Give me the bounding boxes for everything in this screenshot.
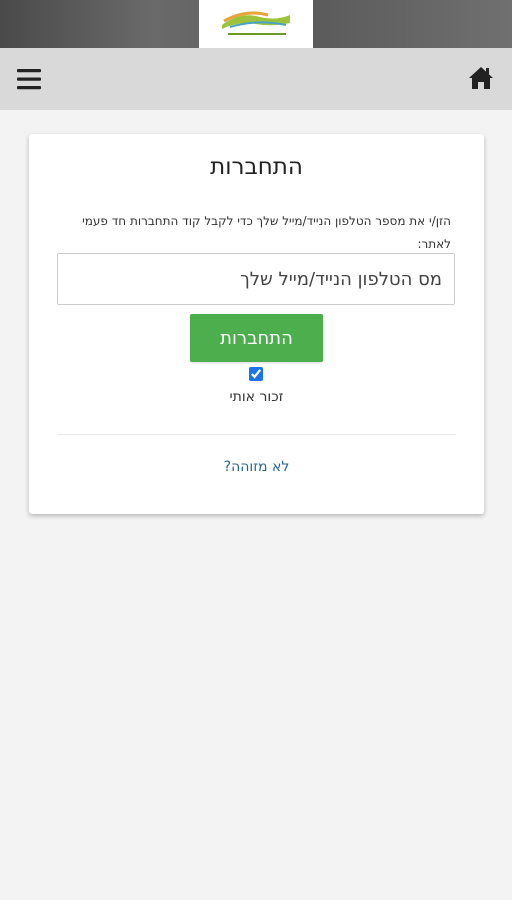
login-title: התחברות: [210, 154, 303, 180]
not-identified-link[interactable]: לא מזוהה?: [29, 459, 484, 475]
navbar: [0, 48, 512, 110]
home-icon[interactable]: [468, 65, 494, 91]
remember-me-checkbox[interactable]: [249, 367, 263, 381]
site-logo[interactable]: [199, 0, 313, 48]
hamburger-menu-icon[interactable]: [16, 67, 44, 91]
login-button[interactable]: התחברות: [190, 314, 323, 362]
login-card: התחברות הזן/י את מספר הטלפון הנייד/מייל …: [29, 134, 484, 514]
remember-me-label: זכור אותי: [229, 389, 284, 405]
phone-email-input[interactable]: [57, 253, 455, 305]
login-instructions: הזן/י את מספר הטלפון הנייד/מייל שלך כדי …: [82, 214, 451, 251]
card-divider: [57, 434, 456, 435]
logo-icon: [222, 11, 290, 35]
